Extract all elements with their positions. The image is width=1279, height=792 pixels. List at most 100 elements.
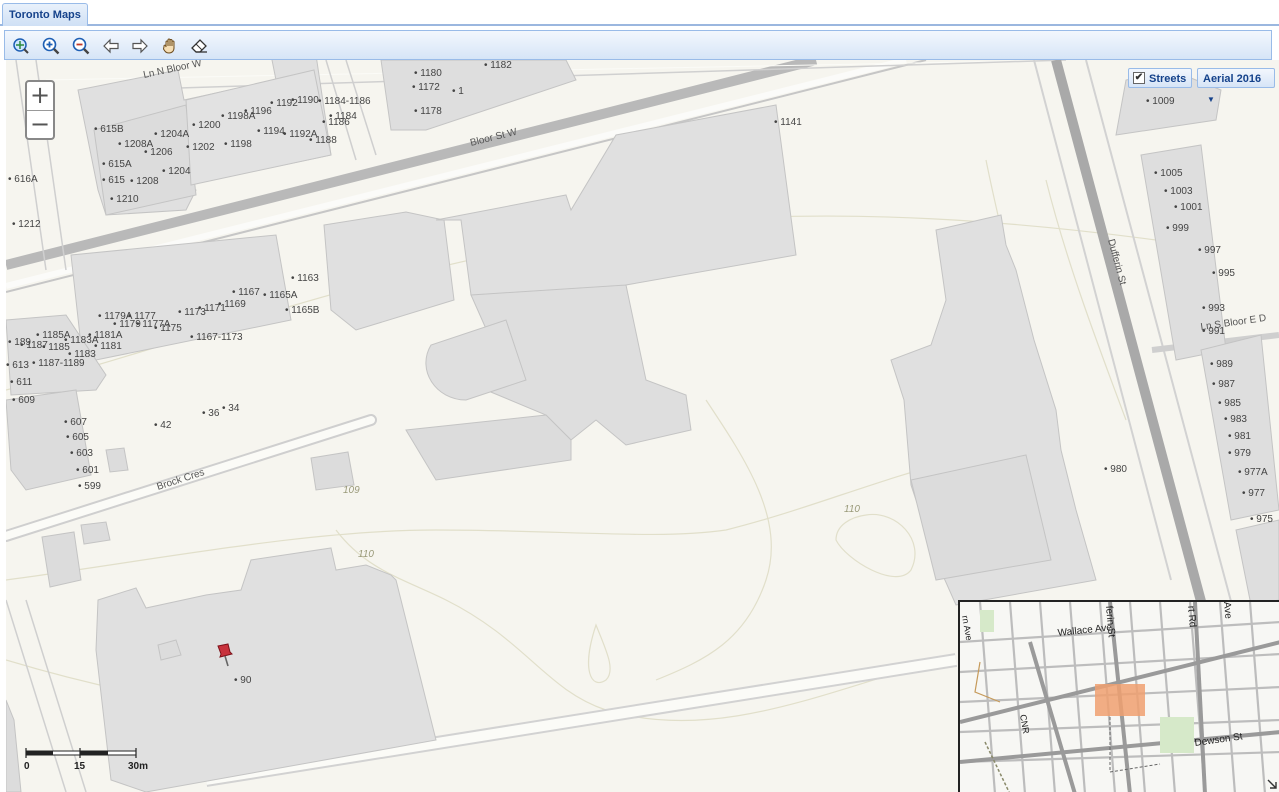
address-label: • 1005 xyxy=(1154,168,1183,179)
address-label: • 1184-1186 xyxy=(318,96,371,107)
streets-toggle[interactable]: ✔ Streets xyxy=(1128,68,1192,88)
address-label: • 1208 xyxy=(130,176,159,187)
zoom-in-button[interactable]: + xyxy=(27,82,53,111)
address-label: • 1187-1189 xyxy=(32,358,85,369)
address-label: • 1185 xyxy=(42,342,70,353)
address-label: • 1003 xyxy=(1164,186,1193,197)
address-label: • 615 xyxy=(102,175,125,186)
street-brock: Brock Cres xyxy=(156,467,206,493)
address-label: • 975 xyxy=(1250,514,1273,525)
dropdown-arrow-icon: ▼ xyxy=(1207,95,1215,104)
address-label: • 1204 xyxy=(162,166,191,177)
address-label: • 1172 xyxy=(412,82,440,93)
address-label: • 987 xyxy=(1212,379,1235,390)
address-label: • 1202 xyxy=(186,142,215,153)
address-label: • 1141 xyxy=(774,117,802,128)
address-label: • 1181A xyxy=(88,330,123,341)
address-label: • 1165A xyxy=(263,290,298,301)
tab-bar: Toronto Maps xyxy=(0,0,1279,26)
address-label: • 90 xyxy=(234,675,252,686)
address-label: • 1204A xyxy=(154,129,190,140)
address-label: • 613 xyxy=(6,360,29,371)
address-label: • 977 xyxy=(1242,488,1265,499)
overview-label-ave: Ave xyxy=(1221,602,1233,620)
address-label: • 36 xyxy=(202,408,220,419)
address-label: • 1 xyxy=(452,86,464,97)
scale-label-30m: 30m xyxy=(128,761,148,772)
tab-toronto-maps[interactable]: Toronto Maps xyxy=(2,3,88,26)
map-toolbar xyxy=(4,30,1272,60)
address-label: • 977A xyxy=(1238,467,1268,478)
address-label: • 601 xyxy=(76,465,99,476)
address-label: • 605 xyxy=(66,432,89,443)
address-label: • 985 xyxy=(1218,398,1241,409)
zoom-control: + − xyxy=(25,80,55,140)
streets-checkbox[interactable]: ✔ xyxy=(1133,72,1145,85)
overview-label-wallace: Wallace Ave xyxy=(1057,622,1113,639)
address-label: • 983 xyxy=(1224,414,1247,425)
address-label: • 1177A xyxy=(136,319,171,330)
contour-label: 110 xyxy=(358,549,374,560)
address-label: • 42 xyxy=(154,420,172,431)
overview-label-rn-ave: rn Ave xyxy=(960,615,974,642)
basemap-dropdown[interactable]: Aerial 2016 ▼ xyxy=(1197,68,1275,104)
contour-label: 110 xyxy=(844,504,860,515)
streets-label: Streets xyxy=(1149,73,1187,85)
address-label: • 1190 xyxy=(291,95,319,106)
pan-hand-icon[interactable] xyxy=(160,36,180,56)
zoom-in-icon[interactable] xyxy=(41,36,61,56)
address-label: • 1001 xyxy=(1174,202,1203,213)
address-label: • 1212 xyxy=(12,219,41,230)
address-label: • 979 xyxy=(1228,448,1251,459)
address-label: • 993 xyxy=(1202,303,1225,314)
address-label: • 607 xyxy=(64,417,87,428)
address-label: • 1167 xyxy=(232,287,260,298)
eraser-icon[interactable] xyxy=(190,36,210,56)
address-label: • 615B xyxy=(94,124,124,135)
map-canvas[interactable]: Ln N Bloor W Bloor St W Dufferin St Broc… xyxy=(6,60,1279,792)
address-label: • 981 xyxy=(1228,431,1251,442)
address-label: • 997 xyxy=(1198,245,1221,256)
zoom-out-icon[interactable] xyxy=(71,36,91,56)
address-label: • 1009 xyxy=(1146,96,1175,107)
address-label: • 1165B xyxy=(285,305,320,316)
address-label: • 603 xyxy=(70,448,93,459)
address-label: • 1178 xyxy=(414,106,442,117)
address-label: • 1188 xyxy=(309,135,337,146)
address-label: • 995 xyxy=(1212,268,1235,279)
previous-extent-icon[interactable] xyxy=(101,36,121,56)
address-label: • 1200 xyxy=(192,120,221,131)
address-label: • 1167-1173 xyxy=(190,332,243,343)
contour-label: 109 xyxy=(343,485,360,496)
address-label: • 1194 xyxy=(257,126,285,137)
overview-map-svg: Wallace Ave ferin St rt Rd Ave Dewson St… xyxy=(960,602,1279,792)
address-label: • 1196 xyxy=(244,106,272,117)
next-extent-icon[interactable] xyxy=(130,36,150,56)
address-label: • 609 xyxy=(12,395,35,406)
address-label: • 999 xyxy=(1166,223,1189,234)
scale-label-0: 0 xyxy=(24,761,30,772)
scale-label-15: 15 xyxy=(74,761,86,772)
address-label: • 1181 xyxy=(94,341,122,352)
address-label: • 611 xyxy=(10,377,33,388)
address-label: • 34 xyxy=(222,403,240,414)
address-label: • 599 xyxy=(78,481,101,492)
scale-bar-svg: 0 15 30m xyxy=(24,748,148,772)
zoom-out-button[interactable]: − xyxy=(27,111,53,139)
collapse-overview-icon[interactable] xyxy=(1267,779,1277,789)
address-label: • 989 xyxy=(1210,359,1233,370)
overview-map[interactable]: Wallace Ave ferin St rt Rd Ave Dewson St… xyxy=(958,600,1279,792)
address-label: • 1173 xyxy=(178,307,206,318)
address-label: • 1210 xyxy=(110,194,139,205)
address-label: • 1182 xyxy=(484,60,512,71)
address-label: • 1198 xyxy=(224,139,252,150)
address-label: • 1180 xyxy=(414,68,442,79)
overview-label-rd: rt Rd xyxy=(1185,605,1198,628)
address-label: • 1163 xyxy=(291,273,319,284)
address-label: • 980 xyxy=(1104,464,1127,475)
address-label: • 1206 xyxy=(144,147,173,158)
basemap-label: Aerial 2016 xyxy=(1203,73,1262,85)
address-label: • 615A xyxy=(102,159,132,170)
scale-bar: 0 15 30m xyxy=(24,748,148,778)
full-extent-icon[interactable] xyxy=(11,36,31,56)
